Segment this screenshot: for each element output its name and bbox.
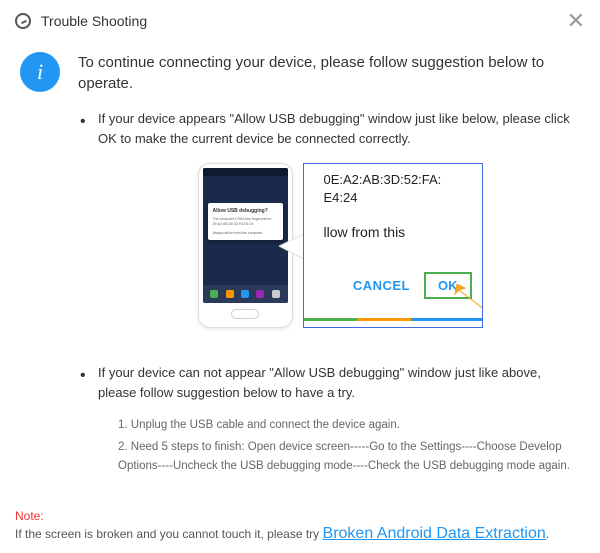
dialog-header: Trouble Shooting ✕ — [0, 0, 600, 42]
dock-icon — [210, 290, 218, 298]
note-text: If the screen is broken and you cannot t… — [15, 527, 323, 541]
intro-text: To continue connecting your device, plea… — [78, 52, 580, 94]
zoom-cancel-button: CANCEL — [353, 278, 410, 293]
callout-pointer-icon — [279, 234, 304, 259]
bullet-item-2: If your device can not appear "Allow USB… — [80, 363, 570, 402]
arrow-icon — [447, 282, 483, 312]
wrench-icon — [15, 13, 31, 29]
bullet-item-1: If your device appears "Allow USB debugg… — [80, 109, 570, 148]
intro-section: i To continue connecting your device, pl… — [0, 42, 600, 94]
zoom-mockup: 0E:A2:AB:3D:52:FA: E4:24 llow from this … — [303, 163, 483, 328]
popup-check: Always allow from this computer — [213, 231, 278, 235]
footer-note: Note: If the screen is broken and you ca… — [15, 507, 585, 543]
dock-icon — [226, 290, 234, 298]
step-2: 2. Need 5 steps to finish: Open device s… — [118, 438, 570, 475]
dialog-title: Trouble Shooting — [41, 13, 567, 29]
popup-body: The computer's RSA key fingerprint is: 0… — [213, 217, 278, 227]
info-icon: i — [20, 52, 60, 92]
phone-mockup: Allow USB debugging? The computer's RSA … — [198, 163, 293, 328]
zoom-bottom-bar — [304, 318, 482, 321]
zoom-fingerprint-1: 0E:A2:AB:3D:52:FA: — [324, 172, 442, 187]
popup-title: Allow USB debugging? — [213, 208, 278, 214]
bullet-list: If your device appears "Allow USB debugg… — [0, 94, 600, 148]
bullet-list-2: If your device can not appear "Allow USB… — [0, 348, 600, 402]
dock-icon — [256, 290, 264, 298]
steps-list: 1. Unplug the USB cable and connect the … — [0, 416, 600, 475]
close-button[interactable]: ✕ — [567, 10, 585, 32]
step-1: 1. Unplug the USB cable and connect the … — [118, 416, 570, 434]
dock-icon — [272, 290, 280, 298]
broken-android-link[interactable]: Broken Android Data Extraction — [323, 525, 546, 542]
note-label: Note: — [15, 509, 44, 523]
phone-popup: Allow USB debugging? The computer's RSA … — [208, 203, 283, 240]
zoom-allow-text: llow from this — [324, 224, 406, 240]
dock-icon — [241, 290, 249, 298]
zoom-fingerprint-2: E4:24 — [324, 190, 358, 205]
home-button-icon — [231, 309, 259, 319]
illustration: Allow USB debugging? The computer's RSA … — [80, 163, 600, 328]
